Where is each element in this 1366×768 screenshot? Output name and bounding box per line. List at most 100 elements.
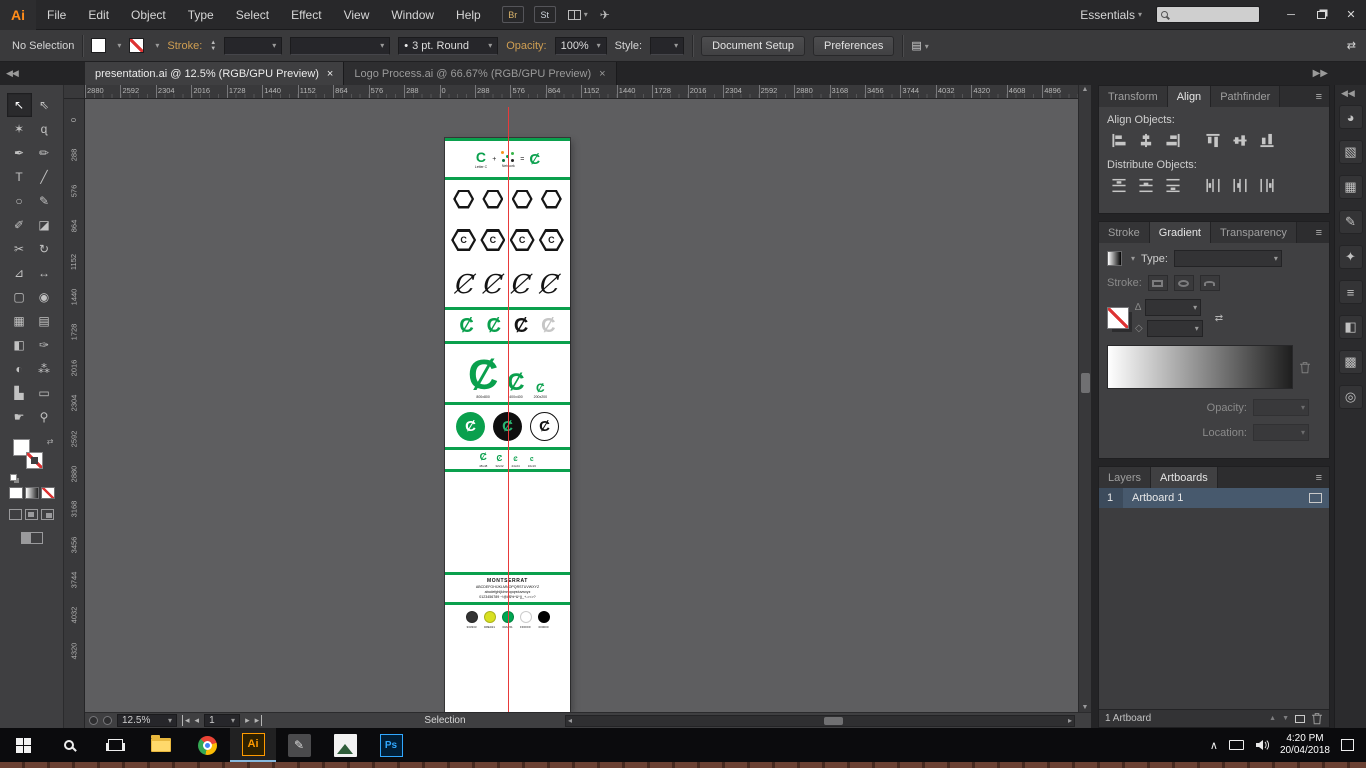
gradient-type-select[interactable]: ▾ xyxy=(1173,250,1282,267)
distribute-horizontal-left-button[interactable] xyxy=(1201,176,1225,195)
gradient-mode-button[interactable] xyxy=(24,487,39,499)
menu-item[interactable]: Effect xyxy=(280,0,332,29)
canvas[interactable]: C Letter C + Network = Ȼ xyxy=(85,99,1078,712)
expand-panels-icon[interactable]: ◀◀ xyxy=(1335,88,1355,99)
new-artboard-icon[interactable] xyxy=(1295,714,1305,723)
stroke-weight-stepper[interactable]: ▲ ▼ xyxy=(210,40,216,52)
distribute-vertical-top-button[interactable] xyxy=(1107,176,1131,195)
close-button[interactable]: ✕ xyxy=(1336,0,1366,30)
draw-behind-icon[interactable] xyxy=(25,509,38,520)
collapse-toolbar-icon[interactable]: ◀◀ xyxy=(0,62,64,85)
tab-layers[interactable]: Layers xyxy=(1099,467,1152,488)
menu-item[interactable]: Type xyxy=(177,0,225,29)
stroke-gradient-within-icon[interactable] xyxy=(1147,275,1168,291)
draw-inside-icon[interactable] xyxy=(41,509,54,520)
align-horizontal-right-button[interactable] xyxy=(1161,131,1185,150)
menu-item[interactable]: Help xyxy=(445,0,492,29)
stroke-panel-icon[interactable]: ≡ xyxy=(1338,280,1363,304)
eyedropper-tool[interactable]: ✑ xyxy=(32,333,57,357)
zoom-select[interactable]: 12.5% ▾ xyxy=(117,714,177,727)
photos-app-icon[interactable] xyxy=(322,728,368,762)
gradient-location-select[interactable]: ▾ xyxy=(1253,424,1309,441)
symbols-panel-icon[interactable]: ✦ xyxy=(1338,245,1363,269)
gradient-thumbnail[interactable] xyxy=(1107,251,1122,266)
action-center-icon[interactable] xyxy=(1341,739,1354,751)
lasso-tool[interactable]: ɋ xyxy=(32,117,57,141)
vertical-scroll-thumb[interactable] xyxy=(1081,373,1090,393)
menu-item[interactable]: File xyxy=(36,0,77,29)
type-tool[interactable]: T xyxy=(7,165,32,189)
status-icon[interactable] xyxy=(103,716,112,725)
free-transform-tool[interactable]: ▢ xyxy=(7,285,32,309)
rotate-tool[interactable]: ↻ xyxy=(32,237,57,261)
start-button[interactable] xyxy=(0,728,46,762)
photoshop-icon[interactable]: Ps xyxy=(368,728,414,762)
tray-expand-icon[interactable]: ∧ xyxy=(1210,739,1218,752)
width-tool[interactable]: ↔ xyxy=(32,261,57,285)
tab-artboards[interactable]: Artboards xyxy=(1151,467,1218,488)
scroll-left-icon[interactable]: ◂ xyxy=(568,716,572,726)
artboard-tool[interactable]: ▭ xyxy=(32,381,57,405)
panel-menu-icon[interactable]: ≡ xyxy=(1316,222,1329,243)
fill-stroke-control[interactable]: ⇄ xyxy=(9,437,54,481)
status-icon[interactable] xyxy=(89,716,98,725)
close-tab-icon[interactable]: × xyxy=(327,68,333,80)
gradient-slider[interactable] xyxy=(1107,345,1293,389)
preferences-button[interactable]: Preferences xyxy=(813,35,895,56)
align-vertical-top-button[interactable] xyxy=(1201,131,1225,150)
panel-menu-icon[interactable]: ≡ xyxy=(1316,467,1329,488)
distribute-vertical-bottom-button[interactable] xyxy=(1161,176,1185,195)
draw-normal-icon[interactable] xyxy=(9,509,22,520)
scroll-down-icon[interactable]: ▼ xyxy=(1079,704,1091,711)
panel-toggle-icon[interactable]: ⇄ xyxy=(1347,39,1366,52)
illustrator-taskbar-icon[interactable]: Ai xyxy=(230,728,276,762)
zoom-tool[interactable]: ⚲ xyxy=(32,405,57,429)
line-segment-tool[interactable]: ╱ xyxy=(32,165,57,189)
share-icon[interactable]: ✈ xyxy=(600,8,610,22)
tab-stroke[interactable]: Stroke xyxy=(1099,222,1150,243)
taskbar-clock[interactable]: 4:20 PM 20/04/2018 xyxy=(1280,733,1330,757)
perspective-grid-tool[interactable]: ▦ xyxy=(7,309,32,333)
delete-artboard-icon[interactable] xyxy=(1311,712,1323,725)
move-artboard-down-icon[interactable]: ▼ xyxy=(1282,715,1289,722)
artboard-nav-select[interactable]: 1 ▾ xyxy=(204,714,241,727)
brush-select[interactable]: • 3 pt. Round ▾ xyxy=(398,36,499,55)
stroke-weight-select[interactable]: ▾ xyxy=(224,36,283,55)
variable-width-select[interactable]: ▾ xyxy=(290,36,391,55)
eraser-tool[interactable]: ◪ xyxy=(32,213,57,237)
brushes-panel-icon[interactable]: ✎ xyxy=(1338,210,1363,234)
menu-item[interactable]: View xyxy=(333,0,381,29)
gradient-opacity-select[interactable]: ▾ xyxy=(1253,399,1309,416)
artboard-name[interactable]: Artboard 1 xyxy=(1123,492,1309,504)
menu-item[interactable]: Select xyxy=(225,0,280,29)
horizontal-scroll-thumb[interactable] xyxy=(824,717,843,725)
color-panel-icon[interactable]: ◕ xyxy=(1338,105,1363,129)
chrome-icon[interactable] xyxy=(184,728,230,762)
ellipse-tool[interactable]: ○ xyxy=(7,189,32,213)
align-options-icon[interactable]: ▤ ▾ xyxy=(911,39,928,52)
gradient-fill-swatch[interactable] xyxy=(1107,307,1129,329)
angle-select[interactable]: ▾ xyxy=(1145,299,1202,316)
tab-align[interactable]: Align xyxy=(1167,86,1212,107)
stock-icon[interactable]: St xyxy=(533,6,556,23)
next-artboard-button[interactable]: ▸ xyxy=(245,715,250,726)
vertical-ruler[interactable]: 0 288 576 864 1152 1440 1728 2016 2304 2592 2880 31… xyxy=(64,85,85,728)
artboard-row[interactable]: 1 Artboard 1 xyxy=(1099,488,1329,508)
aspect-ratio-select[interactable]: ▾ xyxy=(1146,320,1203,337)
menu-item[interactable]: Edit xyxy=(77,0,120,29)
tab-pathfinder[interactable]: Pathfinder xyxy=(1211,86,1281,107)
pencil-tool[interactable]: ✐ xyxy=(7,213,32,237)
restore-button[interactable] xyxy=(1306,0,1336,30)
tab-transform[interactable]: Transform xyxy=(1099,86,1168,107)
selection-tool[interactable]: ↖ xyxy=(6,93,32,117)
shape-builder-tool[interactable]: ◉ xyxy=(32,285,57,309)
hand-tool[interactable]: ☛ xyxy=(7,405,32,429)
vertical-scrollbar[interactable]: ▲ ▼ xyxy=(1078,85,1091,712)
stroke-gradient-along-icon[interactable] xyxy=(1173,275,1194,291)
search-input[interactable] xyxy=(1156,6,1260,23)
file-explorer-icon[interactable] xyxy=(138,728,184,762)
distribute-horizontal-right-button[interactable] xyxy=(1255,176,1279,195)
minimize-button[interactable]: ─ xyxy=(1276,0,1306,30)
scroll-up-icon[interactable]: ▲ xyxy=(1079,86,1091,93)
symbol-sprayer-tool[interactable]: ⁂ xyxy=(32,357,57,381)
